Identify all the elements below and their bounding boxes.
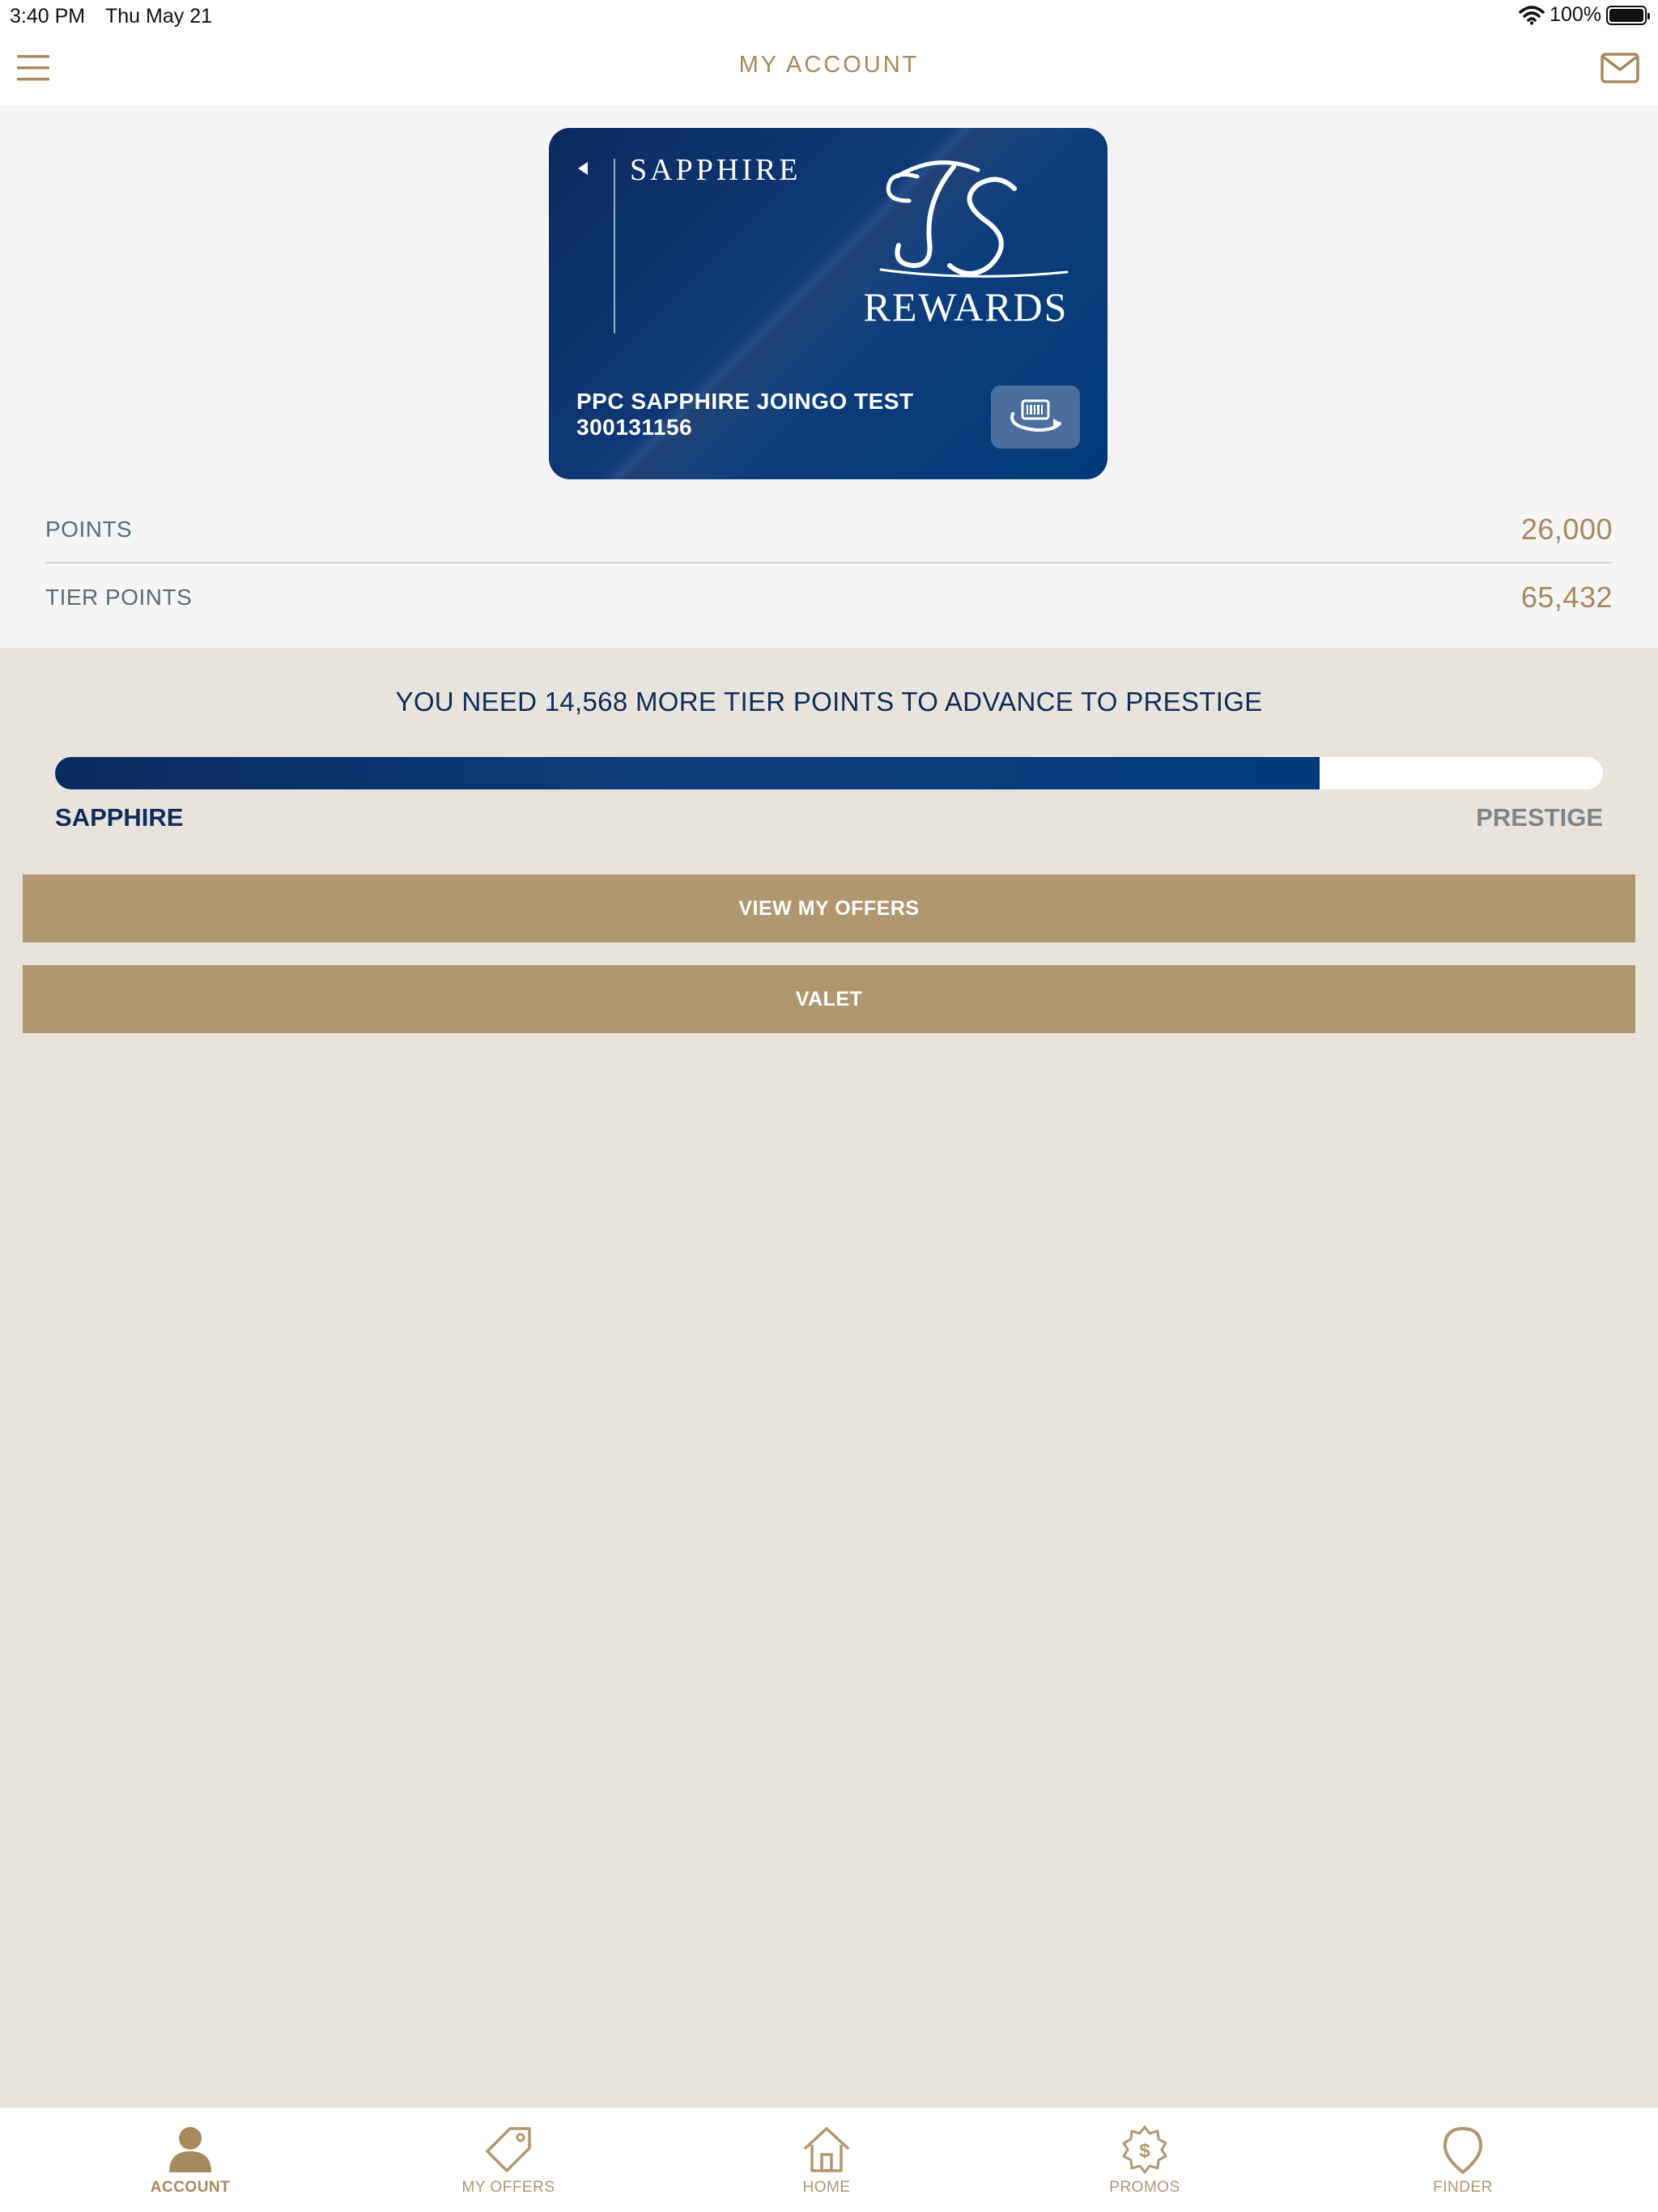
wifi-icon [1519,5,1545,25]
points-label: POINTS [45,517,133,542]
barcode-rotate-icon [1010,399,1061,432]
account-icon [169,2127,211,2172]
next-tier-label: PRESTIGE [1476,803,1603,832]
tier-points-row: TIER POINTS 65,432 [45,564,1613,632]
promo-badge-icon: $ [1122,2125,1167,2174]
tag-icon [486,2127,531,2172]
svg-text:$: $ [1139,2140,1150,2162]
card-tier-name: SAPPHIRE [630,153,801,187]
tab-my-offers-label: MY OFFERS [461,2179,555,2196]
tab-my-offers[interactable]: MY OFFERS [411,2124,606,2205]
tier-points-label: TIER POINTS [45,585,193,610]
tab-finder-label: FINDER [1433,2179,1493,2196]
status-right: 100% [1519,3,1650,27]
back-arrow-icon[interactable] [578,162,588,175]
battery-icon [1606,5,1650,25]
battery-percent: 100% [1550,3,1601,26]
tab-finder[interactable]: FINDER [1366,2124,1560,2205]
valet-button[interactable]: VALET [23,965,1635,1033]
points-row: POINTS 26,000 [45,496,1613,564]
tier-progress-bar [55,757,1603,789]
page-title: MY ACCOUNT [738,52,920,78]
show-barcode-button[interactable] [991,385,1080,449]
tab-promos-label: PROMOS [1109,2179,1180,2196]
status-time: 3:40 PM [10,5,86,28]
tab-bar: ACCOUNT MY OFFERS HOME $ PROMOS FINDER [0,2107,1658,2212]
member-number: 300131156 [576,415,693,440]
location-pin-icon [1443,2127,1482,2174]
rewards-card[interactable]: SAPPHIRE REWARDS PPC SAPPHIRE JOINGO TES… [549,128,1107,479]
mail-icon[interactable] [1600,52,1640,84]
tab-home-label: HOME [802,2179,851,2196]
logo-text: REWARDS [864,284,1069,330]
tab-account[interactable]: ACCOUNT [93,2124,287,2205]
points-value: 26,000 [1520,513,1613,546]
tier-progress-message: YOU NEED 14,568 MORE TIER POINTS TO ADVA… [395,687,1263,717]
member-name: PPC SAPPHIRE JOINGO TEST [576,389,914,414]
status-date: Thu May 21 [105,5,213,28]
status-bar: 3:40 PM Thu May 21 100% [0,0,1658,34]
view-my-offers-button[interactable]: VIEW MY OFFERS [23,874,1635,942]
tab-promos[interactable]: $ PROMOS [1048,2124,1242,2205]
tier-points-value: 65,432 [1520,581,1613,614]
home-icon [804,2127,849,2172]
nav-bar: MY ACCOUNT [0,34,1658,105]
card-divider [614,159,615,334]
tab-account-label: ACCOUNT [150,2179,231,2196]
tier-progress-fill [55,757,1320,789]
current-tier-label: SAPPHIRE [55,803,184,832]
ts-rewards-logo: REWARDS [864,160,1069,330]
tab-home[interactable]: HOME [729,2124,924,2205]
